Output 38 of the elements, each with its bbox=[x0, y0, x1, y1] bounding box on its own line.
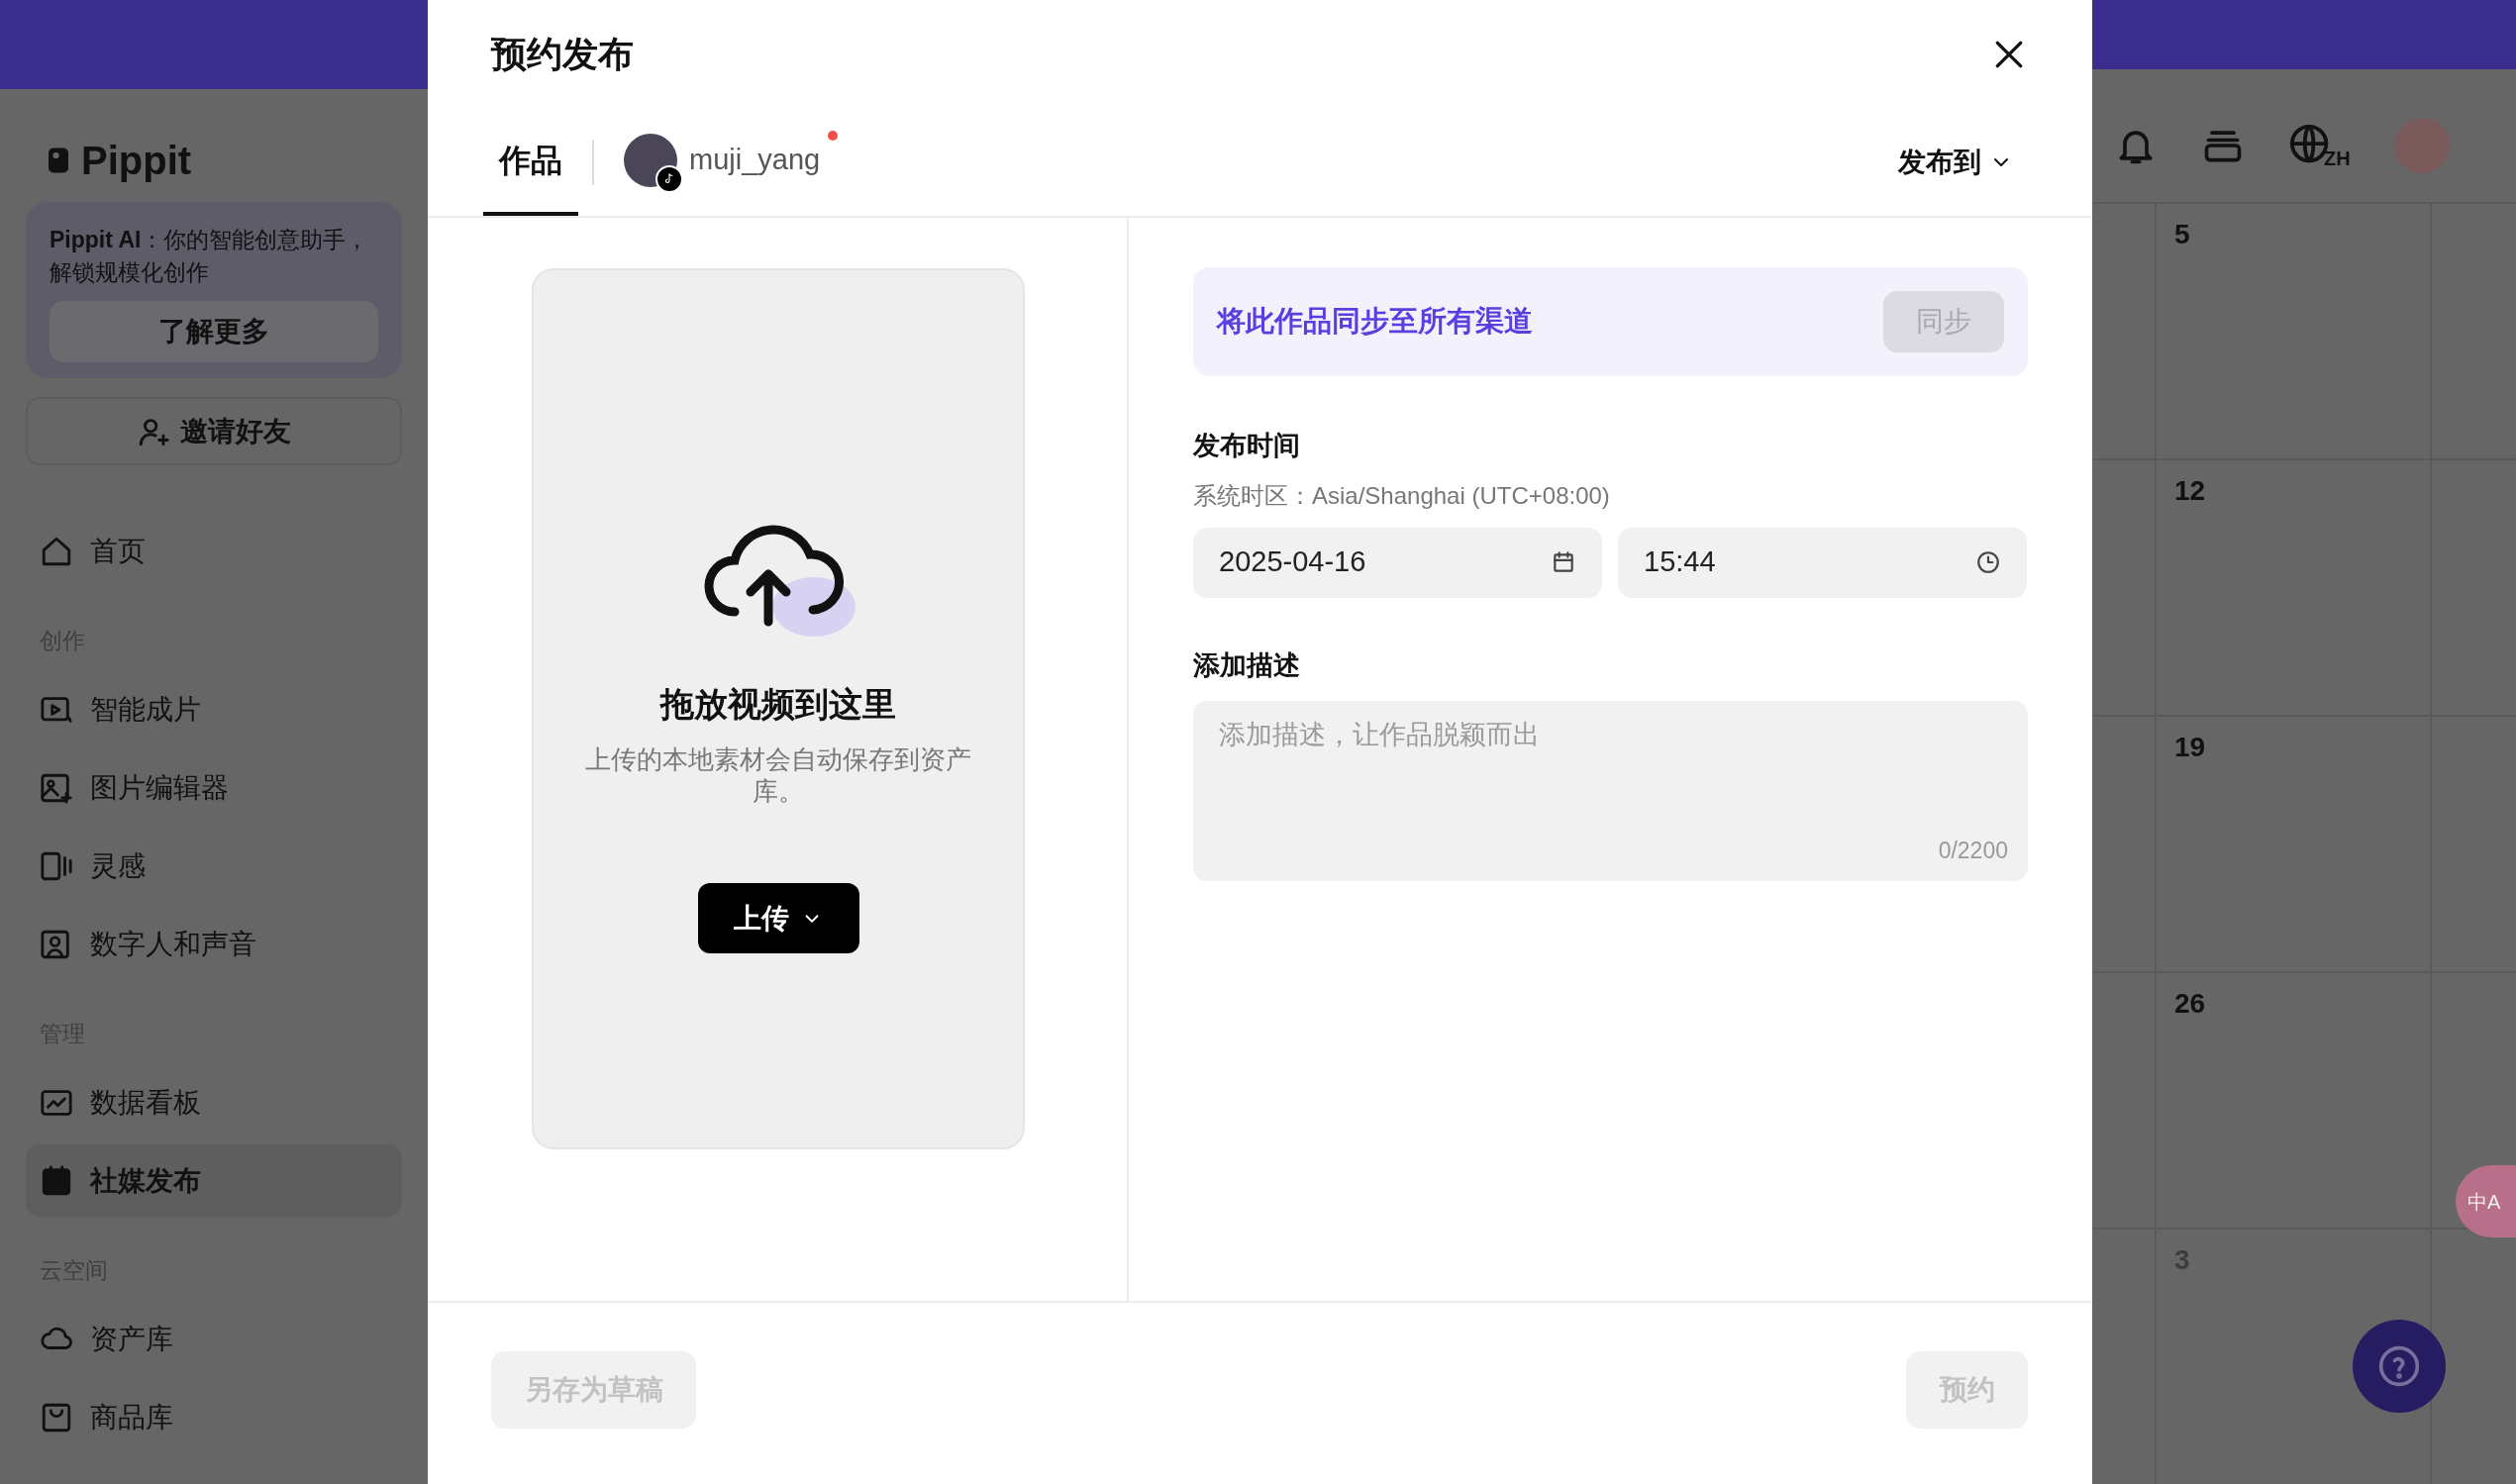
dropzone-hint: 上传的本地素材会自动保存到资产库。 bbox=[584, 743, 972, 807]
character-counter: 0/2200 bbox=[1938, 836, 2008, 865]
sidebar-item[interactable]: 数据看板 bbox=[26, 1066, 402, 1138]
clock-icon bbox=[1975, 549, 2001, 575]
learn-more-button[interactable]: 了解更多 bbox=[50, 301, 378, 362]
sync-text: 将此作品同步至所有渠道 bbox=[1217, 304, 1533, 340]
sidebar-item[interactable]: 社媒发布 bbox=[26, 1144, 402, 1217]
timezone-label: 系统时区：Asia/Shanghai (UTC+08:00) bbox=[1193, 480, 1611, 511]
sidebar-item[interactable]: 首页 bbox=[26, 515, 402, 587]
calendar-day-number: 26 bbox=[2174, 988, 2206, 1019]
publish-to-dropdown[interactable]: 发布到 bbox=[1898, 109, 2013, 216]
sidebar-item[interactable]: 商品库 bbox=[26, 1381, 402, 1453]
calendar-day-number: 5 bbox=[2174, 219, 2190, 249]
upload-button[interactable]: 上传 bbox=[697, 883, 859, 953]
sidebar-item[interactable]: 数字人和声音 bbox=[26, 908, 402, 980]
help-icon bbox=[2377, 1344, 2421, 1388]
calendar-icon bbox=[40, 1163, 73, 1198]
music-note-icon bbox=[655, 165, 683, 193]
upload-dropzone[interactable]: 拖放视频到这里 上传的本地素材会自动保存到资产库。 上传 bbox=[532, 268, 1025, 1149]
tab[interactable]: muji_yang bbox=[608, 109, 855, 216]
sidebar-item[interactable]: 图片编辑器 bbox=[26, 751, 402, 824]
sidebar-item[interactable]: 智能成片 bbox=[26, 673, 402, 745]
date-field[interactable]: 2025-04-16 bbox=[1193, 527, 1602, 598]
calendar-day-number: 19 bbox=[2174, 732, 2206, 762]
calendar-icon bbox=[1551, 549, 1576, 575]
section-label: 发布时间 bbox=[1193, 430, 1301, 462]
logo-text: Pippit bbox=[81, 141, 192, 180]
time-field[interactable]: 15:44 bbox=[1618, 527, 2027, 598]
dialog-title: 预约发布 bbox=[491, 33, 634, 76]
calendar-day-number: 12 bbox=[2174, 475, 2206, 506]
dropzone-title: 拖放视频到这里 bbox=[660, 684, 896, 725]
invite-friends-button[interactable]: 邀请好友 bbox=[26, 397, 402, 465]
section-label: 添加描述 bbox=[1193, 648, 1301, 682]
tab[interactable]: 作品 bbox=[483, 109, 578, 216]
sidebar-item[interactable]: 灵感 bbox=[26, 830, 402, 902]
language-label[interactable]: ZH bbox=[2324, 148, 2351, 169]
sidebar-item[interactable]: 资产库 bbox=[26, 1303, 402, 1375]
promo-text: Pippit AI：你的智能创意助手，解锁规模化创作 bbox=[50, 226, 370, 287]
